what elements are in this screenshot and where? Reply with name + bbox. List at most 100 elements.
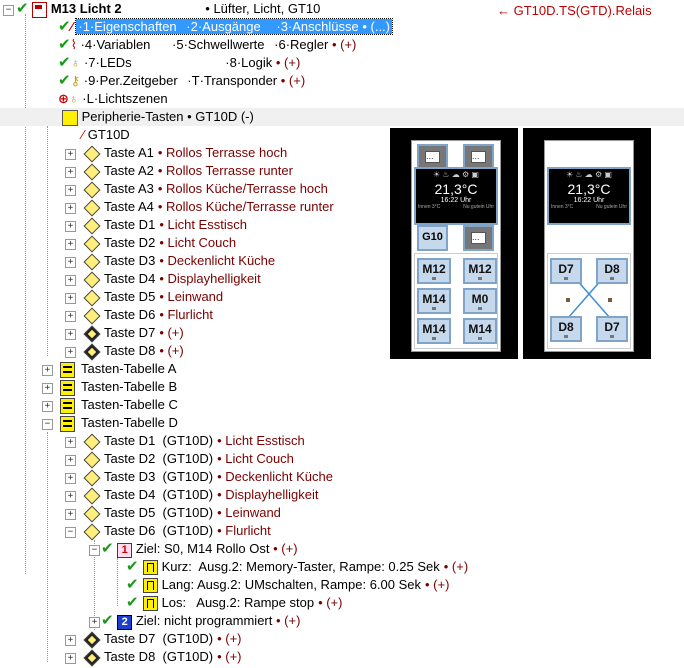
table-row[interactable]: Tasten-Tabelle A	[60, 360, 176, 378]
menu-leds[interactable]: ·7·LEDs	[84, 55, 132, 70]
grid-button[interactable]: M12	[463, 258, 497, 284]
key-row[interactable]: Taste D8 (GT10D) • (+)	[82, 648, 242, 667]
key-row[interactable]: Taste D5 • Leinwand	[82, 288, 223, 307]
table-row[interactable]: Tasten-Tabelle B	[60, 378, 177, 396]
action-row[interactable]: ✔ Los: Ausg.2: Rampe stop • (+)	[126, 594, 342, 612]
collapse-toggle[interactable]: −	[65, 527, 76, 538]
grid-button[interactable]: D7	[550, 258, 582, 284]
menu-logik[interactable]: ·8·Logik	[225, 55, 272, 70]
add-link[interactable]: • (+)	[276, 55, 300, 70]
add-link[interactable]: • (+)	[425, 577, 449, 592]
expand-toggle[interactable]: +	[65, 473, 76, 484]
add-link[interactable]: • (+)	[318, 595, 342, 610]
temperature: 21,3°C	[567, 181, 611, 197]
expand-toggle[interactable]: +	[65, 653, 76, 664]
expand-toggle[interactable]: +	[65, 347, 76, 358]
expand-toggle[interactable]: +	[65, 329, 76, 340]
relay-reference: ← GT10D.TS(GTD).Relais	[497, 3, 652, 18]
table-row[interactable]: Tasten-Tabelle D	[60, 414, 178, 432]
expand-toggle[interactable]: +	[65, 203, 76, 214]
grid-button[interactable]: M14	[463, 318, 497, 344]
expand-toggle[interactable]: +	[65, 167, 76, 178]
module-icon	[32, 1, 48, 18]
key-row[interactable]: Taste A4 • Rollos Küche/Terrasse runter	[82, 198, 334, 217]
key-value: • Licht Couch	[217, 451, 294, 466]
key-icon	[83, 145, 101, 163]
key-row[interactable]: Taste D5 (GT10D) • Leinwand	[82, 504, 281, 523]
peripherie-label: Peripherie-Tasten	[81, 109, 184, 124]
expand-toggle[interactable]: +	[65, 635, 76, 646]
menu-regler[interactable]: ·6·Regler	[274, 37, 328, 52]
key-label: Taste D7	[104, 325, 156, 340]
key-value: • Licht Esstisch	[159, 217, 247, 232]
key-row[interactable]: Taste D4 • Displayhelligkeit	[82, 270, 261, 289]
add-link[interactable]: • (+)	[273, 541, 297, 556]
grid-button[interactable]: M14	[417, 318, 451, 344]
key-row[interactable]: Taste D6 • Flurlicht	[82, 306, 213, 325]
expand-toggle[interactable]: +	[65, 257, 76, 268]
g10-button[interactable]: G10	[417, 225, 448, 251]
grid-button[interactable]: M0	[463, 288, 497, 314]
add-link[interactable]: • (+)	[281, 73, 305, 88]
key-row[interactable]: Taste D1 (GT10D) • Licht Esstisch	[82, 432, 305, 451]
menu-transponder[interactable]: ·T·Transponder	[187, 73, 277, 88]
ziel-2-node[interactable]: ✔ 2 Ziel: nicht programmiert • (+)	[101, 612, 300, 630]
menu-zeitgeber[interactable]: ·9·Per.Zeitgeber	[84, 73, 178, 88]
key-row[interactable]: Taste D6 (GT10D) • Flurlicht	[82, 522, 271, 541]
grid-button[interactable]: D8	[596, 258, 628, 284]
key-row[interactable]: Taste D7 (GT10D) • (+)	[82, 630, 242, 649]
button-dots: ...	[425, 151, 440, 163]
key-row[interactable]: Taste D2 • Licht Couch	[82, 234, 236, 253]
expand-toggle[interactable]: +	[65, 221, 76, 232]
grid-button[interactable]: D7	[596, 316, 628, 342]
menu-schwellwerte[interactable]: ·5·Schwellwerte	[172, 37, 264, 52]
collapse-toggle[interactable]: −	[3, 5, 14, 16]
ziel-1-node[interactable]: ✔ 1 Ziel: S0, M14 Rollo Ost • (+)	[101, 540, 298, 558]
expand-toggle[interactable]: +	[65, 275, 76, 286]
key-row[interactable]: Taste A1 • Rollos Terrasse hoch	[82, 144, 287, 163]
collapse-toggle[interactable]: −	[89, 545, 100, 556]
menu-lichtszenen[interactable]: ·L·Lichtszenen	[82, 91, 167, 106]
expand-toggle[interactable]: +	[42, 383, 53, 394]
key-row[interactable]: Taste A3 • Rollos Küche/Terrasse hoch	[82, 180, 328, 199]
expand-toggle[interactable]: +	[65, 509, 76, 520]
target-number-badge: 2	[117, 615, 133, 630]
root-node[interactable]: ✔ M13 Licht 2 • Lüfter, Licht, GT10	[16, 0, 320, 18]
action-row[interactable]: ✔ Kurz: Ausg.2: Memory-Taster, Rampe: 0.2…	[126, 558, 468, 576]
key-row[interactable]: Taste D2 (GT10D) • Licht Couch	[82, 450, 294, 469]
expand-toggle[interactable]: +	[65, 455, 76, 466]
key-value: • (+)	[159, 325, 184, 340]
device-preview-right: ☀ ♨ ☁ ⚙ ▣ 21,3°C 16:22 Uhr Innen 3°C Nu g…	[523, 128, 651, 359]
add-link[interactable]: • (+)	[332, 37, 356, 52]
add-link[interactable]: • (+)	[444, 559, 468, 574]
add-link[interactable]: • (+)	[276, 613, 300, 628]
expand-toggle[interactable]: +	[89, 617, 100, 628]
menu-eigenschaften[interactable]: ·1·Eigenschaften ·2·Ausgänge ·3·Anschlüs…	[75, 18, 393, 35]
peripherie-node[interactable]: Peripherie-Tasten • GT10D (-)	[62, 108, 254, 126]
menu-variablen[interactable]: ·4·Variablen	[81, 37, 151, 52]
key-row[interactable]: Taste A2 • Rollos Terrasse runter	[82, 162, 293, 181]
grid-button[interactable]: D8	[550, 316, 582, 342]
dots-button[interactable]: ...	[463, 225, 494, 251]
key-row[interactable]: Taste D1 • Licht Esstisch	[82, 216, 247, 235]
action-row[interactable]: ✔ Lang: Ausg.2: UMschalten, Rampe: 6.00 S…	[126, 576, 449, 594]
key-row[interactable]: Taste D8 • (+)	[82, 342, 184, 361]
expand-toggle[interactable]: +	[65, 239, 76, 250]
expand-toggle[interactable]: +	[42, 365, 53, 376]
key-row[interactable]: Taste D4 (GT10D) • Displayhelligkeit	[82, 486, 318, 505]
key-row[interactable]: Taste D3 • Deckenlicht Küche	[82, 252, 275, 271]
expand-toggle[interactable]: +	[65, 185, 76, 196]
grid-button[interactable]: M12	[417, 258, 451, 284]
table-row[interactable]: Tasten-Tabelle C	[60, 396, 178, 414]
expand-toggle[interactable]: +	[65, 293, 76, 304]
expand-toggle[interactable]: +	[65, 149, 76, 160]
key-row[interactable]: Taste D7 • (+)	[82, 324, 184, 343]
expand-toggle[interactable]: +	[42, 401, 53, 412]
key-row[interactable]: Taste D3 (GT10D) • Deckenlicht Küche	[82, 468, 333, 487]
device-node[interactable]: ⁄ GT10D	[82, 126, 130, 144]
collapse-toggle[interactable]: −	[42, 419, 53, 430]
expand-toggle[interactable]: +	[65, 491, 76, 502]
expand-toggle[interactable]: +	[65, 311, 76, 322]
expand-toggle[interactable]: +	[65, 437, 76, 448]
grid-button[interactable]: M14	[417, 288, 451, 314]
